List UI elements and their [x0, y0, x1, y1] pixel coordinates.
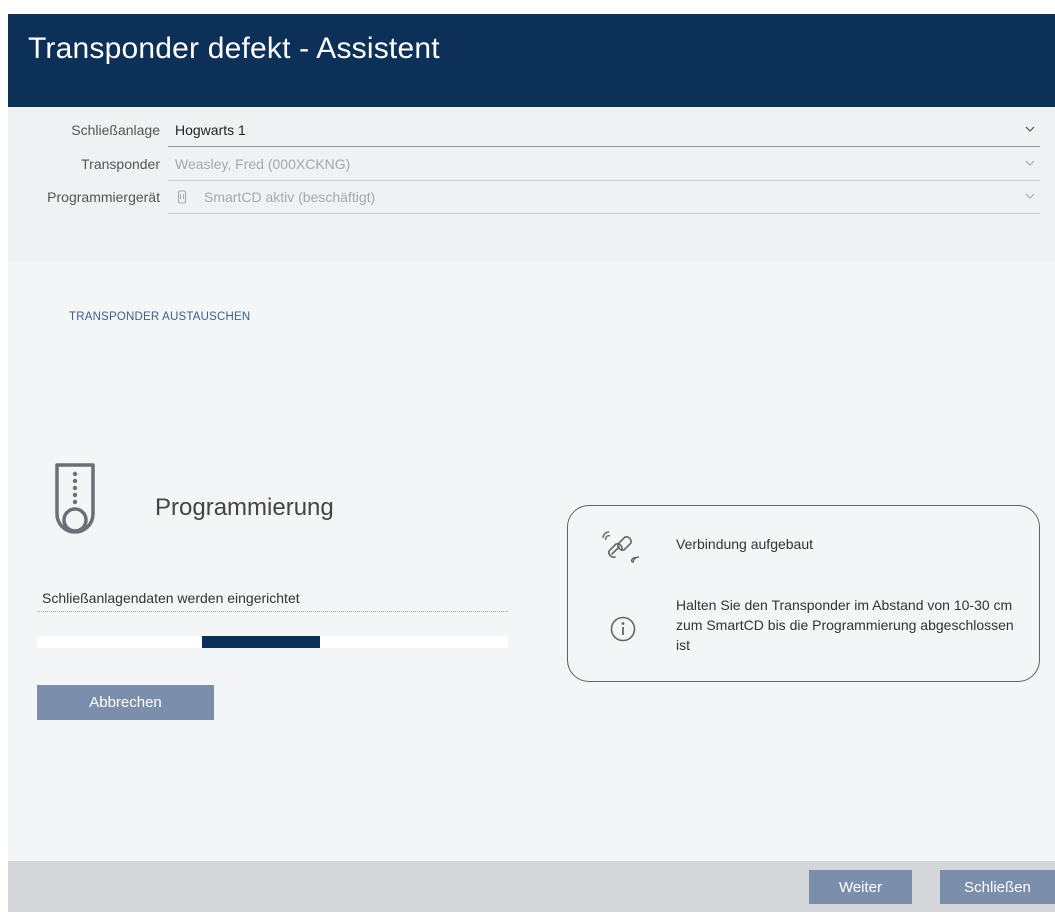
status-divider — [37, 611, 508, 612]
info-box: Verbindung aufgebaut Halten Sie den Tran… — [567, 505, 1040, 682]
programming-device-select: SmartCD aktiv (beschäftigt) — [168, 184, 1040, 214]
chevron-down-icon — [1025, 126, 1035, 132]
programming-device-value: SmartCD aktiv (beschäftigt) — [204, 189, 376, 205]
window-title: Transponder defekt - Assistent — [28, 32, 440, 65]
footer-bar: Weiter Schließen — [8, 861, 1055, 912]
locking-system-select[interactable]: Hogwarts 1 — [168, 117, 1040, 147]
device-icon — [177, 190, 187, 204]
status-text: Schließanlagendaten werden eingerichtet — [42, 590, 300, 606]
close-button[interactable]: Schließen — [940, 870, 1055, 904]
chevron-down-icon — [1025, 193, 1035, 199]
cancel-button[interactable]: Abbrechen — [37, 685, 214, 720]
transponder-icon — [55, 463, 95, 534]
next-button[interactable]: Weiter — [809, 870, 912, 904]
hint-text: Halten Sie den Transponder im Abstand vo… — [676, 597, 1014, 653]
section-title: TRANSPONDER AUSTAUSCHEN — [69, 311, 251, 323]
wizard-window: Transponder defekt - Assistent Schließan… — [8, 14, 1055, 912]
locking-system-row: Schließanlage Hogwarts 1 — [8, 117, 1055, 147]
main-panel: TRANSPONDER AUSTAUSCHEN Programmierung S… — [8, 261, 1055, 861]
progress-indicator — [201, 636, 320, 648]
transponder-value: Weasley, Fred (000XCKNG) — [175, 156, 351, 172]
link-signal-icon — [602, 531, 640, 564]
programming-device-label: Programmiergerät — [47, 189, 160, 205]
transponder-select: Weasley, Fred (000XCKNG) — [168, 151, 1040, 181]
locking-system-value: Hogwarts 1 — [175, 122, 246, 138]
chevron-down-icon — [1025, 160, 1035, 166]
info-icon — [610, 616, 636, 642]
transponder-label: Transponder — [81, 156, 160, 172]
transponder-row: Transponder Weasley, Fred (000XCKNG) — [8, 151, 1055, 181]
programming-title: Programmierung — [155, 494, 334, 521]
connection-status: Verbindung aufgebaut — [676, 536, 814, 552]
window-header: Transponder defekt - Assistent — [8, 14, 1055, 107]
programming-device-row: Programmiergerät SmartCD aktiv (beschäft… — [8, 184, 1055, 214]
progress-bar — [37, 636, 508, 648]
selection-form: Schließanlage Hogwarts 1 Transponder Wea… — [8, 107, 1055, 261]
locking-system-label: Schließanlage — [71, 122, 160, 138]
